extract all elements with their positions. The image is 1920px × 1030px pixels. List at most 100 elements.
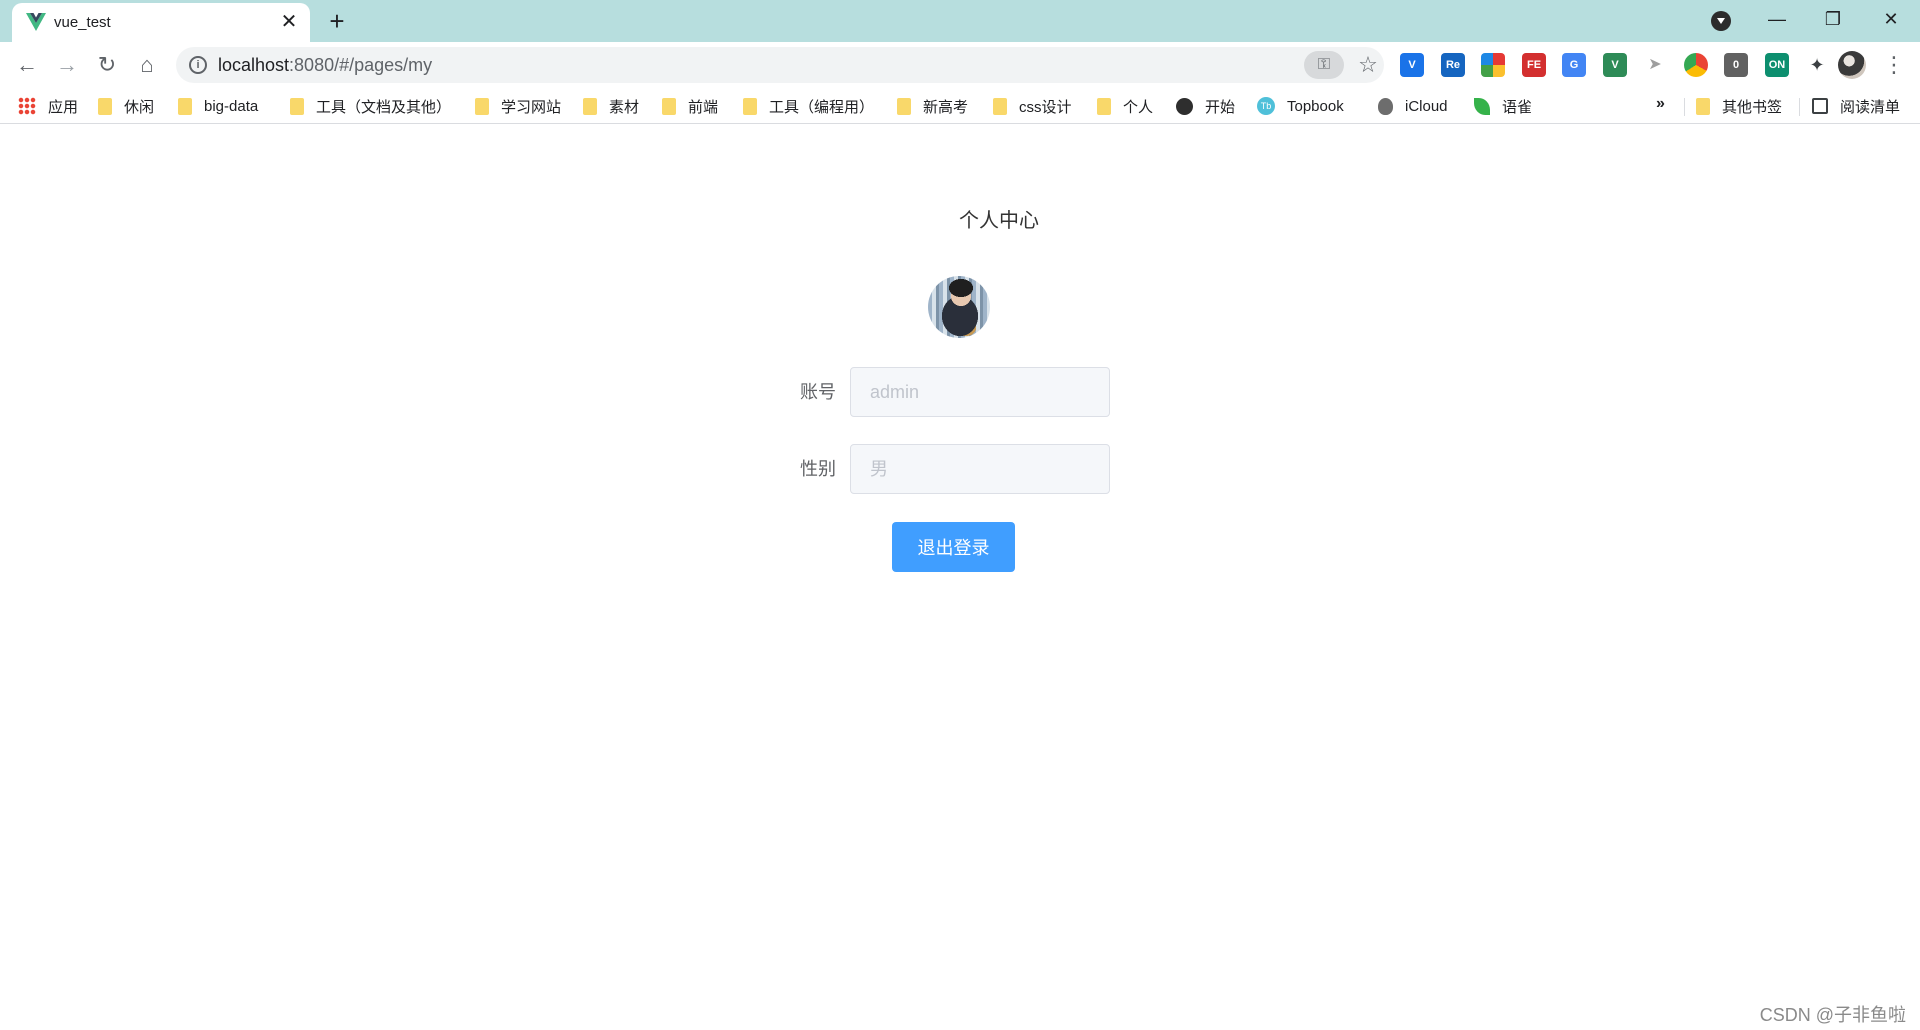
bookmark-label: 前端	[688, 98, 719, 116]
puzzle-icon[interactable]: ✦	[1805, 53, 1829, 77]
maximize-icon[interactable]: ❐	[1808, 4, 1858, 34]
address-bar[interactable]: i localhost:8080/#/pages/my ⚿ ☆	[176, 47, 1384, 83]
bookmark-item[interactable]: css设计	[993, 95, 1072, 117]
bookmark-item[interactable]: 前端	[662, 95, 718, 117]
tab-strip: vue_test ✕ + — ❐ ✕	[0, 0, 1920, 42]
bookmark-separator	[1799, 98, 1800, 116]
account-row: 账号	[790, 367, 1110, 417]
folder-icon	[897, 97, 911, 115]
topbook-icon: Tb	[1257, 97, 1275, 115]
bookmark-label: 应用	[48, 98, 79, 116]
bookmark-star-icon[interactable]: ☆	[1354, 51, 1382, 79]
bookmark-item[interactable]: 素材	[583, 95, 639, 117]
folder-icon	[1097, 97, 1111, 115]
tab-search-icon[interactable]	[1711, 11, 1731, 31]
reading-list[interactable]: 阅读清单	[1812, 95, 1900, 117]
badge-icon[interactable]: 0	[1724, 53, 1748, 77]
bookmark-item[interactable]: 新高考	[897, 95, 968, 117]
vue-icon[interactable]: V	[1603, 53, 1627, 77]
yuque-icon	[1474, 97, 1490, 115]
tab-title: vue_test	[54, 14, 111, 31]
bookmark-label: 语雀	[1502, 98, 1533, 116]
account-label: 账号	[800, 382, 836, 402]
folder-icon	[743, 97, 757, 115]
bookmarks-bar: 应用 休闲 big-data 工具（文档及其他） 学习网站 素材 前端 工具（编程用） 新高考 c…	[0, 88, 1920, 124]
logout-button[interactable]: 退出登录	[892, 522, 1015, 572]
bookmark-label: big-data	[204, 97, 259, 115]
watermark: CSDN @子非鱼啦	[1759, 1005, 1906, 1025]
bookmark-label: 休闲	[124, 98, 155, 116]
bookmark-item[interactable]: 工具（编程用）	[743, 95, 874, 117]
bookmark-item[interactable]: 休闲	[98, 95, 154, 117]
forward-icon[interactable]: →	[51, 49, 83, 81]
back-icon[interactable]: ←	[11, 49, 43, 81]
on-toggle-icon[interactable]: ON	[1765, 53, 1789, 77]
apps-icon	[18, 97, 36, 115]
gender-label: 性别	[800, 459, 836, 479]
home-icon[interactable]: ⌂	[131, 49, 163, 81]
menu-kebab-icon[interactable]: ⋮	[1882, 49, 1906, 81]
bookmarks-overflow-icon[interactable]: »	[1656, 95, 1665, 113]
bookmark-item[interactable]: 学习网站	[475, 95, 561, 117]
bookmark-item[interactable]: 个人	[1097, 95, 1153, 117]
bookmark-label: 个人	[1123, 98, 1154, 116]
bookmark-item[interactable]: 应用	[18, 95, 78, 117]
folder-icon	[993, 97, 1007, 115]
bookmark-item[interactable]: iCloud	[1378, 95, 1448, 117]
user-avatar	[928, 276, 990, 338]
account-input[interactable]	[850, 367, 1110, 417]
url-text[interactable]: localhost:8080/#/pages/my	[218, 55, 432, 76]
page-title-text: 个人中心	[959, 210, 1039, 232]
new-tab-icon[interactable]: +	[322, 6, 352, 36]
globe-icon	[1176, 97, 1193, 115]
browser-tab[interactable]: vue_test ✕	[12, 3, 310, 42]
translate-icon[interactable]: G	[1562, 53, 1586, 77]
bookmark-label: 素材	[609, 98, 640, 116]
folder-icon	[98, 97, 112, 115]
bookmark-label: 工具（文档及其他）	[316, 98, 452, 116]
url-host: localhost	[218, 55, 290, 75]
bookmark-label: 开始	[1205, 98, 1236, 116]
url-path: :8080/#/pages/my	[289, 55, 433, 75]
vue-logo-icon	[26, 13, 46, 31]
bookmark-label: 学习网站	[501, 98, 562, 116]
apple-icon	[1378, 97, 1393, 115]
bookmark-label: 工具（编程用）	[769, 98, 875, 116]
bookmark-item[interactable]: 语雀	[1474, 95, 1532, 117]
bookmark-label: css设计	[1019, 98, 1072, 116]
gender-input[interactable]	[850, 444, 1110, 494]
reading-list-label: 阅读清单	[1840, 98, 1901, 116]
fe-helper-icon[interactable]: FE	[1522, 53, 1546, 77]
other-bookmarks-label: 其他书签	[1722, 98, 1783, 116]
bookmark-item[interactable]: 开始	[1176, 95, 1235, 117]
bookmark-item[interactable]: big-data	[178, 95, 258, 117]
folder-icon	[475, 97, 489, 115]
gender-row: 性别	[790, 444, 1110, 494]
folder-icon	[178, 97, 192, 115]
key-icon[interactable]: ⚿	[1304, 51, 1344, 79]
profile-avatar[interactable]	[1838, 51, 1866, 79]
vue-devtools-icon[interactable]: V	[1400, 53, 1424, 77]
bookmark-item[interactable]: Tb Topbook	[1257, 95, 1344, 117]
close-window-icon[interactable]: ✕	[1866, 4, 1916, 34]
regex-icon[interactable]: Re	[1441, 53, 1465, 77]
folder-icon	[1696, 97, 1710, 115]
reload-icon[interactable]: ↻	[91, 49, 123, 81]
reading-list-icon	[1812, 98, 1828, 114]
bookmark-label: 新高考	[923, 98, 969, 116]
close-tab-icon[interactable]: ✕	[276, 9, 302, 35]
chromium-icon[interactable]	[1684, 53, 1708, 77]
bookmark-separator	[1684, 98, 1685, 116]
folder-icon	[662, 97, 676, 115]
page-title: 个人中心	[0, 204, 1920, 233]
color-grid-icon[interactable]	[1481, 53, 1505, 77]
minimize-icon[interactable]: —	[1752, 4, 1802, 34]
cursor-icon[interactable]: ➤	[1643, 53, 1667, 77]
folder-icon	[290, 97, 304, 115]
site-info-icon[interactable]: i	[189, 56, 207, 74]
bookmark-item[interactable]: 工具（文档及其他）	[290, 95, 451, 117]
bookmark-label: Topbook	[1287, 97, 1344, 115]
other-bookmarks[interactable]: 其他书签	[1696, 95, 1782, 117]
browser-toolbar: ← → ↻ ⌂ i localhost:8080/#/pages/my ⚿ ☆ …	[0, 42, 1920, 88]
bookmark-label: iCloud	[1405, 97, 1448, 115]
